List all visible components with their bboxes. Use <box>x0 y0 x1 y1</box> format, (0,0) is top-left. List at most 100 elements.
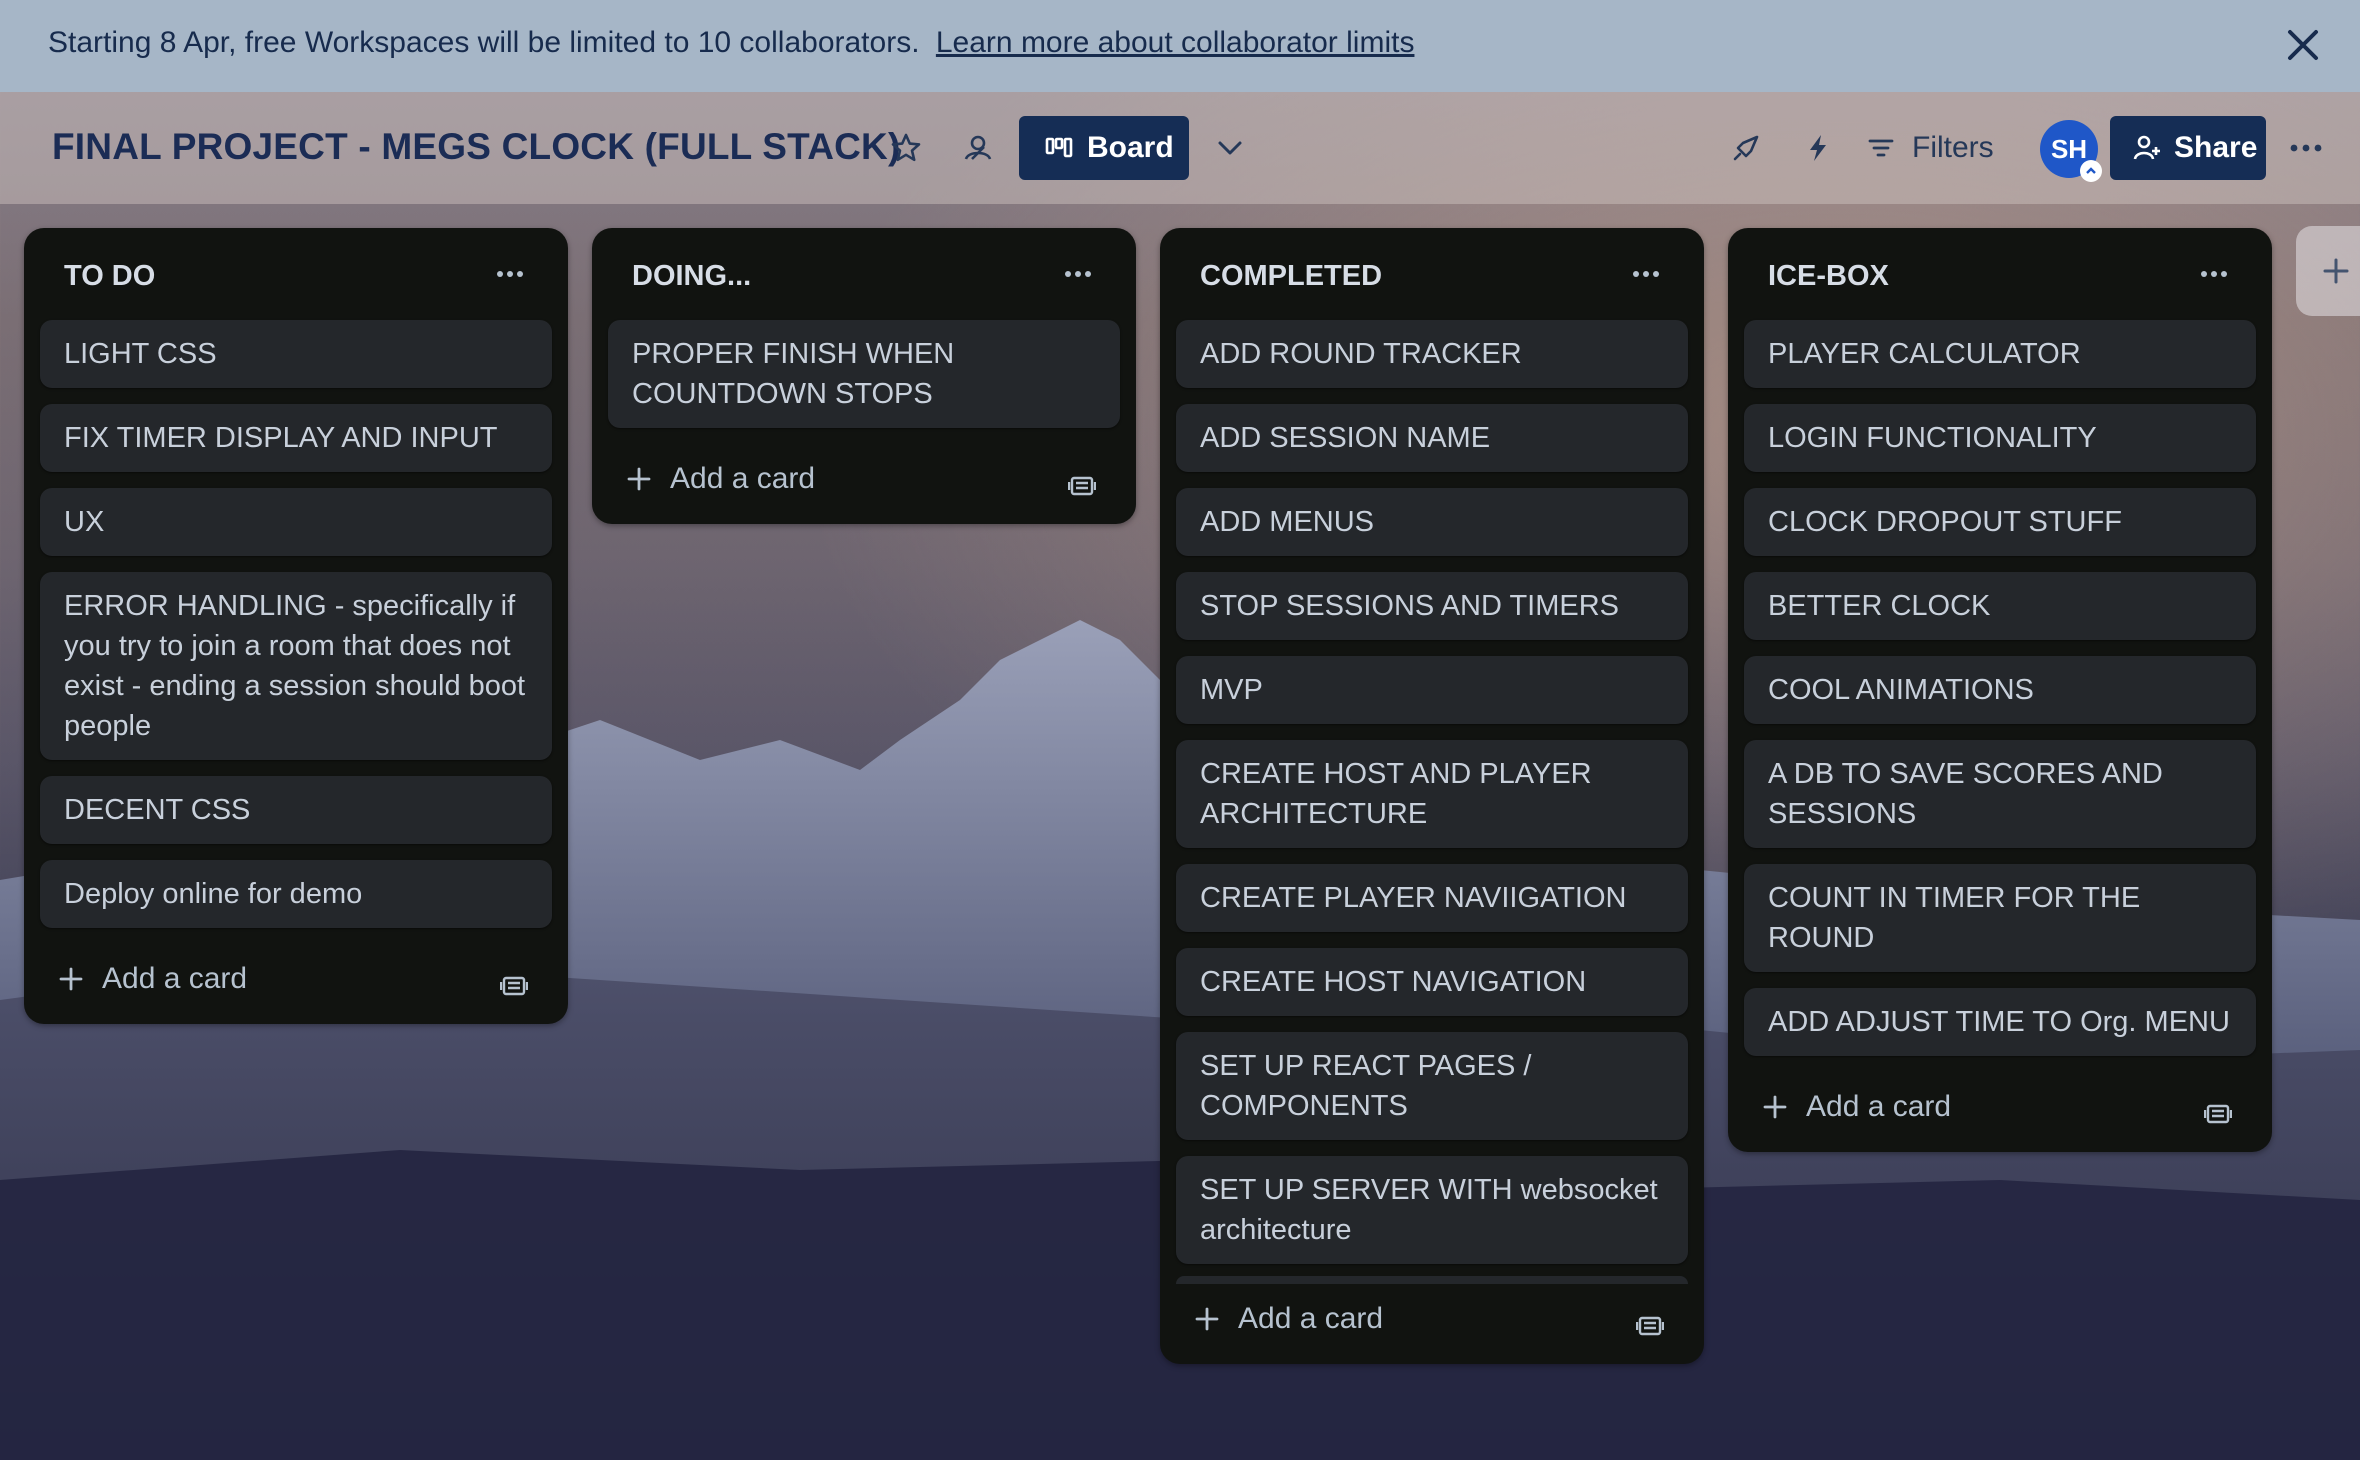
list-header: COMPLETED <box>1176 228 1688 320</box>
banner-learn-more-link[interactable]: Learn more about collaborator limits <box>936 26 1415 59</box>
add-card-label: Add a card <box>1238 1302 1384 1335</box>
add-member-icon <box>2133 135 2160 160</box>
star-button[interactable] <box>882 124 930 172</box>
list-to-do: TO DO LIGHT CSS FIX TIMER DISPLAY AND IN… <box>24 228 568 1024</box>
list-actions-button[interactable] <box>486 250 534 298</box>
plus-icon <box>2323 258 2349 284</box>
list-ice-box: ICE-BOX PLAYER CALCULATOR LOGIN FUNCTION… <box>1728 228 2272 1152</box>
member-avatar[interactable]: SH <box>2040 120 2102 182</box>
list-header: ICE-BOX <box>1744 228 2256 320</box>
card-partially-hidden[interactable] <box>1176 1276 1688 1284</box>
list-header: DOING... <box>608 228 1120 320</box>
more-icon <box>497 271 523 277</box>
card[interactable]: UX <box>40 488 552 556</box>
workspace-visible-icon <box>964 135 992 160</box>
card[interactable]: SET UP SERVER WITH websocket architectur… <box>1176 1156 1688 1264</box>
filters-label: Filters <box>1912 131 1994 164</box>
plus-icon <box>59 967 83 991</box>
add-card-label: Add a card <box>1806 1090 1952 1123</box>
list-title[interactable]: ICE-BOX <box>1768 260 1889 293</box>
card[interactable]: BETTER CLOCK <box>1744 572 2256 640</box>
share-button[interactable]: Share <box>2110 116 2266 180</box>
card[interactable]: Deploy online for demo <box>40 860 552 928</box>
card[interactable]: LOGIN FUNCTIONALITY <box>1744 404 2256 472</box>
card[interactable]: ADD ADJUST TIME TO Org. MENU <box>1744 988 2256 1056</box>
view-switcher-button[interactable] <box>1206 124 1254 172</box>
card[interactable]: STOP SESSIONS AND TIMERS <box>1176 572 1688 640</box>
card[interactable]: CREATE HOST AND PLAYER ARCHITECTURE <box>1176 740 1688 848</box>
plus-icon <box>627 467 651 491</box>
board-title[interactable]: FINAL PROJECT - MEGS CLOCK (FULL STACK) <box>52 126 901 168</box>
admin-badge <box>2080 160 2102 182</box>
list-footer: Add a card <box>1176 1284 1688 1364</box>
list-actions-button[interactable] <box>2190 250 2238 298</box>
list-actions-button[interactable] <box>1622 250 1670 298</box>
power-ups-button[interactable] <box>1722 124 1770 172</box>
chevron-up-icon <box>2086 167 2096 174</box>
add-card-button[interactable]: Add a card <box>1194 1302 1383 1336</box>
create-from-template-button[interactable] <box>1062 466 1102 506</box>
add-list-button[interactable] <box>2296 226 2360 316</box>
list-doing: DOING... PROPER FINISH WHEN COUNTDOWN ST… <box>592 228 1136 524</box>
create-from-template-button[interactable] <box>1630 1306 1670 1346</box>
filters-button[interactable]: Filters <box>1866 122 1994 174</box>
star-icon <box>891 133 921 162</box>
board-icon <box>1045 137 1073 158</box>
board-menu-button[interactable] <box>2282 124 2330 172</box>
card[interactable]: PROPER FINISH WHEN COUNTDOWN STOPS <box>608 320 1120 428</box>
template-icon <box>500 976 528 996</box>
list-title[interactable]: COMPLETED <box>1200 260 1382 293</box>
more-icon <box>2290 144 2322 152</box>
list-footer: Add a card <box>40 944 552 1024</box>
power-ups-icon <box>1733 135 1759 161</box>
template-icon <box>1068 476 1096 496</box>
card[interactable]: LIGHT CSS <box>40 320 552 388</box>
share-label: Share <box>2174 131 2258 164</box>
list-title[interactable]: DOING... <box>632 260 751 293</box>
list-header: TO DO <box>40 228 552 320</box>
card[interactable]: SET UP REACT PAGES / COMPONENTS <box>1176 1032 1688 1140</box>
filter-icon <box>1868 139 1894 157</box>
template-icon <box>1636 1316 1664 1336</box>
card[interactable]: ADD MENUS <box>1176 488 1688 556</box>
add-card-button[interactable]: Add a card <box>58 962 247 996</box>
card[interactable]: CLOCK DROPOUT STUFF <box>1744 488 2256 556</box>
create-from-template-button[interactable] <box>494 966 534 1006</box>
more-icon <box>1065 271 1091 277</box>
close-icon <box>2288 30 2318 60</box>
board-header: FINAL PROJECT - MEGS CLOCK (FULL STACK) … <box>0 92 2360 204</box>
list-completed: COMPLETED ADD ROUND TRACKER ADD SESSION … <box>1160 228 1704 1364</box>
plus-icon <box>1763 1095 1787 1119</box>
card[interactable]: COOL ANIMATIONS <box>1744 656 2256 724</box>
more-icon <box>2201 271 2227 277</box>
add-card-label: Add a card <box>670 462 816 495</box>
close-banner-button[interactable] <box>2280 22 2326 68</box>
card[interactable]: COUNT IN TIMER FOR THE ROUND <box>1744 864 2256 972</box>
card[interactable]: FIX TIMER DISPLAY AND INPUT <box>40 404 552 472</box>
card[interactable]: DECENT CSS <box>40 776 552 844</box>
list-footer: Add a card <box>1744 1072 2256 1152</box>
card[interactable]: ADD ROUND TRACKER <box>1176 320 1688 388</box>
card[interactable]: A DB TO SAVE SCORES AND SESSIONS <box>1744 740 2256 848</box>
add-card-button[interactable]: Add a card <box>1762 1090 1951 1124</box>
board-view-button[interactable]: Board <box>1019 116 1189 180</box>
card[interactable]: CREATE HOST NAVIGATION <box>1176 948 1688 1016</box>
automation-icon <box>1810 135 1826 161</box>
visibility-button[interactable] <box>954 124 1002 172</box>
banner-message: Starting 8 Apr, free Workspaces will be … <box>48 26 1414 60</box>
collaborator-limit-banner: Starting 8 Apr, free Workspaces will be … <box>0 0 2360 92</box>
add-card-button[interactable]: Add a card <box>626 462 815 496</box>
list-actions-button[interactable] <box>1054 250 1102 298</box>
list-footer: Add a card <box>608 444 1120 524</box>
board-view-label: Board <box>1087 131 1174 164</box>
card[interactable]: PLAYER CALCULATOR <box>1744 320 2256 388</box>
create-from-template-button[interactable] <box>2198 1094 2238 1134</box>
card[interactable]: CREATE PLAYER NAVIIGATION <box>1176 864 1688 932</box>
automation-button[interactable] <box>1794 124 1842 172</box>
card[interactable]: MVP <box>1176 656 1688 724</box>
list-title[interactable]: TO DO <box>64 260 155 293</box>
card[interactable]: ADD SESSION NAME <box>1176 404 1688 472</box>
avatar-initials: SH <box>2050 133 2088 164</box>
card[interactable]: ERROR HANDLING - specifically if you try… <box>40 572 552 760</box>
chevron-down-icon <box>1218 141 1242 155</box>
